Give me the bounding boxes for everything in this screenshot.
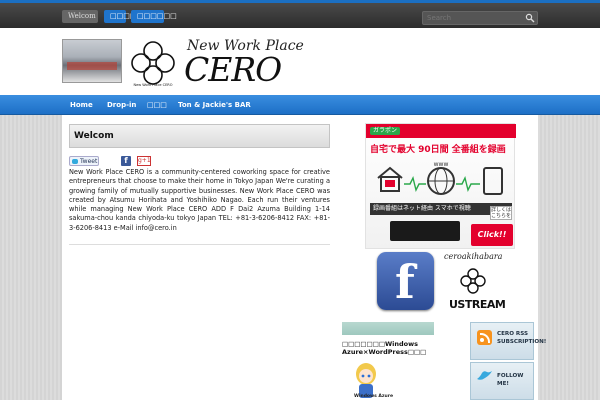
rss-icon — [477, 330, 492, 345]
facebook-icon[interactable]: f — [377, 252, 434, 310]
widget-header-bar — [342, 322, 434, 335]
mascot-caption: Windows Azure — [354, 394, 394, 399]
ad-click-button[interactable]: Click!! — [471, 224, 513, 246]
gachapon-ad-banner[interactable]: ガラポン 自宅で最大 90日間 全番組を録画 www 録画番組はネット経由 スマ… — [365, 123, 516, 249]
facebook-letter: f — [395, 255, 415, 309]
ad-network-diagram: www — [377, 161, 503, 195]
search-icon[interactable] — [525, 13, 535, 23]
top-bar: Welcom □□□□ □□□□□□ — [0, 0, 600, 28]
widget-title[interactable]: □□□□□□□Windows Azure×WordPress□□□ — [342, 340, 434, 356]
nav-item-ton-jackies-bar[interactable]: Ton & Jackie's BAR — [178, 95, 251, 115]
nav-item-3[interactable]: □□□ — [147, 95, 167, 115]
azure-wordpress-widget: □□□□□□□Windows Azure×WordPress□□□ Window… — [342, 322, 434, 400]
topbar-tab-2[interactable]: □□□□ — [104, 10, 136, 23]
site-logo-text[interactable]: CERO — [184, 50, 282, 89]
google-plus-button[interactable]: g+1 — [137, 156, 151, 166]
ad-top-bar: ガラポン — [366, 124, 516, 138]
post-title[interactable]: Welcom — [74, 131, 114, 141]
twitter-bird-icon — [477, 371, 492, 380]
post-title-box: Welcom — [69, 124, 330, 148]
rss-label: CERO RSS SUBSCRIPTION! — [497, 331, 547, 345]
rss-subscription-widget[interactable]: CERO RSS SUBSCRIPTION! — [470, 322, 546, 360]
post-body: New Work Place CERO is a community-cente… — [69, 168, 330, 232]
svg-text:New Work Place CERO: New Work Place CERO — [134, 83, 173, 87]
cero-logo-icon[interactable]: New Work Place CERO — [127, 38, 179, 88]
ad-headline: 自宅で最大 90日間 全番組を録画 — [370, 145, 506, 155]
nav-item-home[interactable]: Home — [70, 95, 93, 115]
ad-brand: ガラポン — [370, 127, 401, 135]
nav-item-drop-in[interactable]: Drop-in — [107, 95, 136, 115]
topbar-tab-3[interactable]: □□□□□□ — [131, 10, 177, 23]
tweet-button[interactable]: Tweet — [69, 156, 99, 166]
follow-label: FOLLOW ME! — [497, 373, 524, 387]
recorder-box-image — [390, 221, 460, 241]
ad-note: 詳しくは こちらを — [490, 206, 512, 220]
topbar-tab-welcom[interactable]: Welcom — [62, 10, 98, 23]
search-box — [422, 11, 538, 25]
search-input[interactable] — [423, 12, 523, 24]
svg-text:www: www — [434, 161, 449, 168]
coworking-photo — [62, 39, 122, 83]
facebook-share-icon[interactable]: f — [121, 156, 131, 166]
ustream-logo[interactable]: USTREAM — [449, 298, 506, 311]
main-content: Welcom Tweet f g+1 New Work Place CERO i… — [62, 115, 546, 400]
post-divider — [69, 244, 330, 245]
main-nav: Home Drop-in □□□ Ton & Jackie's BAR — [0, 95, 600, 115]
site-header: New Work Place CERO New Work Place CERO — [0, 28, 600, 95]
follow-me-widget[interactable]: FOLLOW ME! — [470, 362, 534, 400]
